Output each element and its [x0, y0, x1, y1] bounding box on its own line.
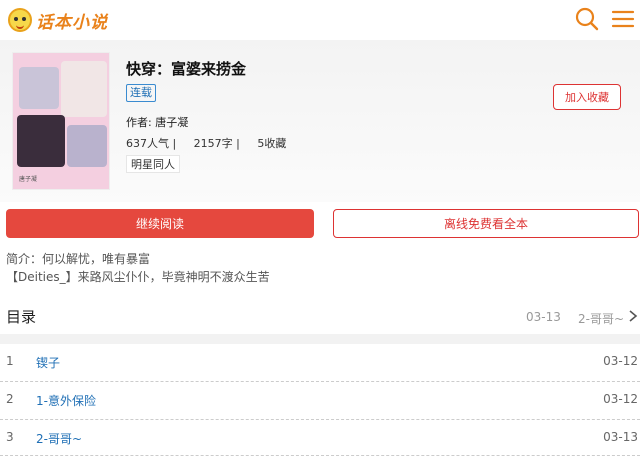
chapter-number: 1 [6, 354, 14, 368]
chapter-link[interactable]: 2-哥哥~ [36, 430, 82, 447]
chapter-date: 03-13 [603, 430, 638, 444]
book-stats: 637人气 | 2157字 | 5收藏 [126, 137, 287, 150]
chapter-row[interactable]: 1 锲子 03-12 [0, 344, 640, 382]
book-intro-line-1: 简介：何以解忧，唯有暴富 [6, 252, 151, 266]
author-line[interactable]: 作者: 唐子凝 [126, 114, 188, 130]
top-bar: 话本小说 [0, 0, 640, 40]
book-info-panel: 唐子凝 [0, 40, 640, 202]
chapter-link[interactable]: 1-意外保险 [36, 392, 96, 409]
logo-text: 话本小说 [36, 12, 108, 33]
toc-title: 目录 [6, 308, 37, 326]
chapter-date: 03-12 [603, 354, 638, 368]
logo-mascot-icon [8, 8, 32, 32]
cover-caption: 唐子凝 [19, 176, 38, 183]
chapter-link[interactable]: 锲子 [36, 354, 60, 371]
search-icon[interactable] [574, 6, 600, 32]
book-title: 快穿：富婆来捞金 [126, 60, 247, 78]
add-favorite-button[interactable]: 加入收藏 [553, 84, 621, 110]
continue-reading-button[interactable]: 继续阅读 [6, 209, 314, 238]
offline-read-button[interactable]: 离线免费看全本 [333, 209, 639, 238]
chapter-row[interactable]: 3 2-哥哥~ 03-13 [0, 420, 640, 456]
menu-icon[interactable] [610, 6, 636, 32]
site-logo[interactable]: 话本小说 [8, 5, 108, 35]
book-intro-line-2: 【Deities_】来路风尘仆仆，毕竟神明不渡众生苦 [6, 270, 270, 284]
chapter-number: 3 [6, 430, 14, 444]
cover-figure-4 [67, 125, 107, 167]
chapter-row[interactable]: 2 1-意外保险 03-12 [0, 382, 640, 420]
cover-figure-1 [19, 67, 59, 109]
chapter-date: 03-12 [603, 392, 638, 406]
toc-latest-date: 03-13 [526, 310, 561, 324]
chapter-number: 2 [6, 392, 14, 406]
cover-figure-3 [17, 115, 65, 167]
section-divider [0, 334, 640, 344]
cover-figure-2 [61, 61, 107, 117]
toc-latest-chapter: 2-哥哥~ [578, 312, 625, 326]
genre-tag[interactable]: 明星同人 [126, 155, 180, 173]
book-cover-image[interactable]: 唐子凝 [12, 52, 110, 190]
status-badge: 连载 [126, 84, 156, 102]
chevron-right-icon[interactable] [628, 309, 638, 323]
toc-header[interactable]: 目录 03-13 2-哥哥~ [0, 300, 640, 332]
